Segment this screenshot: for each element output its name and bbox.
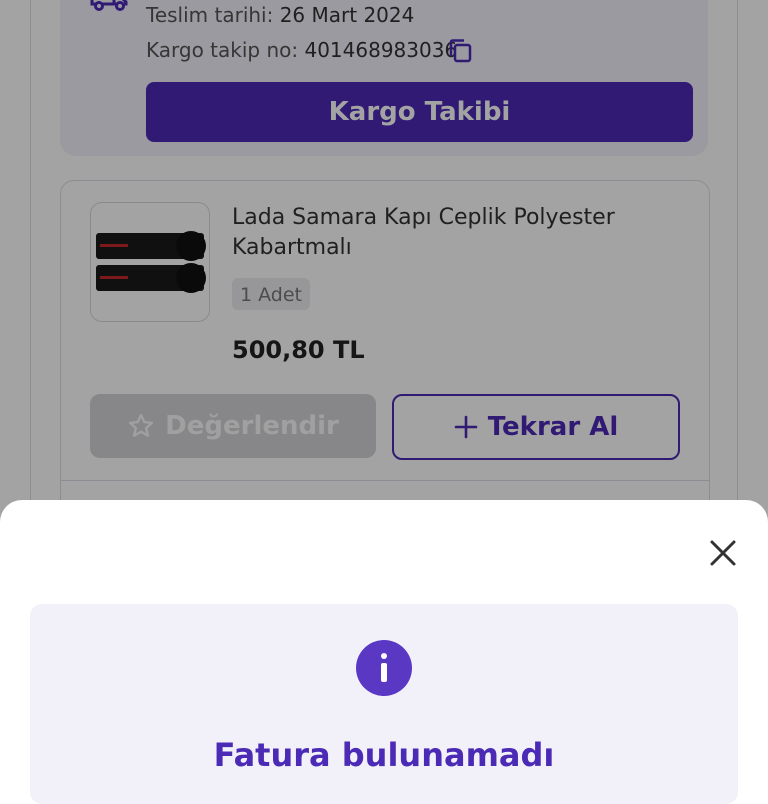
close-icon[interactable] (708, 538, 738, 568)
invoice-not-found-title: Fatura bulunamadı (213, 736, 555, 774)
invoice-info-panel (30, 604, 738, 804)
info-icon (356, 640, 412, 696)
